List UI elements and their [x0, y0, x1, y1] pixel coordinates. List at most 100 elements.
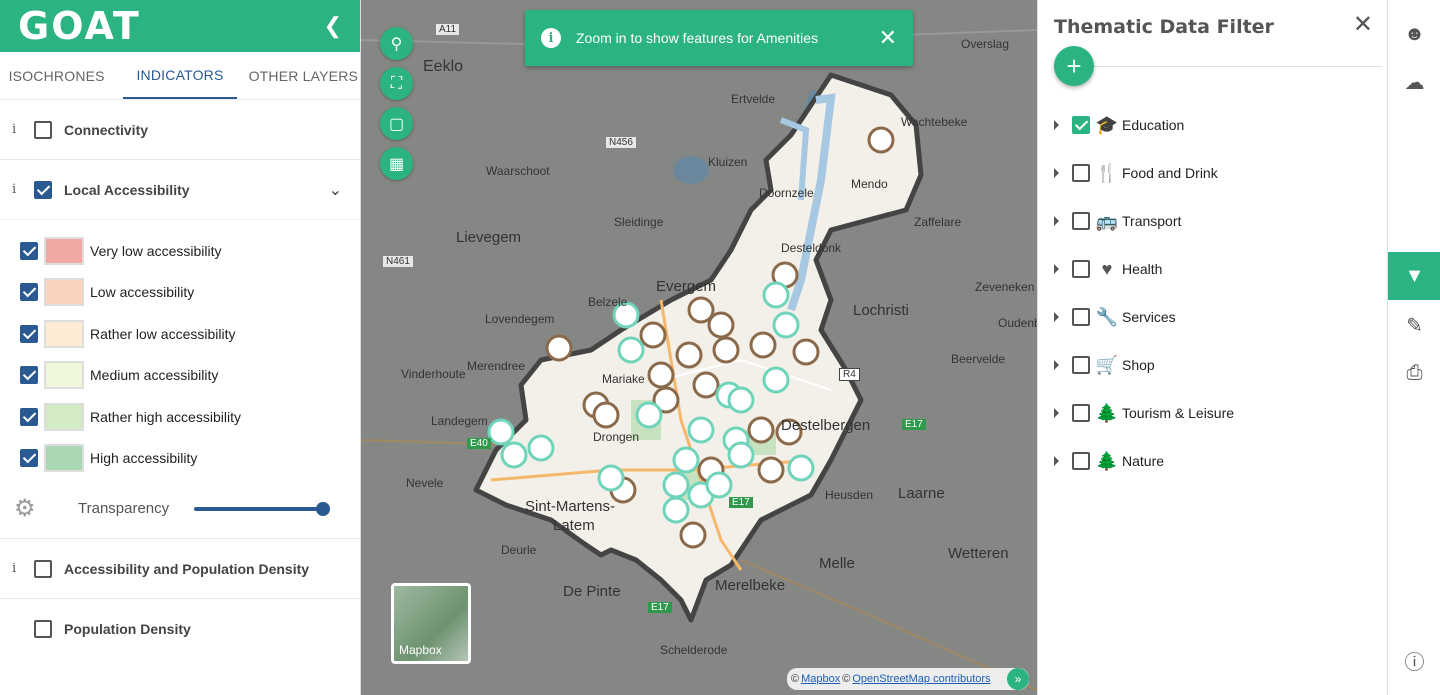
- layer-accessibility-population[interactable]: i Accessibility and Population Density: [0, 539, 360, 599]
- filter-label: Health: [1122, 261, 1163, 277]
- caret-right-icon[interactable]: [1054, 408, 1059, 418]
- legend-item[interactable]: Rather low accessibility: [20, 313, 360, 355]
- map-label: Overslag: [961, 37, 1010, 51]
- basemap-label: Mapbox: [399, 643, 442, 657]
- map-view[interactable]: Eeklo Ertvelde Wachtebeke Overslag Waars…: [361, 0, 1037, 695]
- checkbox-connectivity[interactable]: [34, 120, 52, 139]
- legend-item[interactable]: High accessibility: [20, 438, 360, 480]
- map-label: Merendree: [467, 359, 526, 373]
- filter-item[interactable]: 🚌 Transport: [1054, 197, 1234, 245]
- gear-icon[interactable]: ⚙: [14, 494, 40, 523]
- filter-checkbox[interactable]: [1072, 164, 1090, 182]
- filter-checkbox[interactable]: [1072, 212, 1090, 230]
- layer-label: Population Density: [64, 621, 191, 637]
- caret-right-icon[interactable]: [1054, 216, 1059, 226]
- caret-right-icon[interactable]: [1054, 168, 1059, 178]
- filter-checkbox[interactable]: [1072, 452, 1090, 470]
- copyright-symbol: ©: [791, 673, 800, 685]
- filter-item[interactable]: ♥ Health: [1054, 245, 1234, 293]
- filter-checkbox[interactable]: [1072, 308, 1090, 326]
- legend-label: High accessibility: [90, 450, 198, 467]
- map-label: Ertvelde: [731, 92, 776, 106]
- filter-icon[interactable]: ▼: [1388, 252, 1440, 300]
- filter-label: Tourism & Leisure: [1122, 405, 1235, 421]
- logo-bar: GOAT ❮: [0, 0, 360, 52]
- fullscreen-icon[interactable]: ⛶: [380, 67, 413, 100]
- legend-item[interactable]: Medium accessibility: [20, 355, 360, 397]
- legend-item[interactable]: Low accessibility: [20, 272, 360, 314]
- map-label: Wachtebeke: [901, 115, 968, 129]
- tab-other-layers[interactable]: OTHER LAYERS: [247, 52, 360, 99]
- filter-item[interactable]: 🔧 Services: [1054, 293, 1234, 341]
- filter-item[interactable]: 🌲 Nature: [1054, 437, 1234, 485]
- tab-indicators[interactable]: INDICATORS: [123, 52, 237, 99]
- filter-item[interactable]: 🍴 Food and Drink: [1054, 149, 1234, 197]
- checkbox-local-accessibility[interactable]: [34, 180, 52, 199]
- tab-isochrones[interactable]: ISOCHRONES: [0, 52, 113, 99]
- legend-item[interactable]: Very low accessibility: [20, 230, 360, 272]
- filter-list: 🎓 Education 🍴 Food and Drink 🚌 Transport ♥ Heal…: [1054, 101, 1234, 485]
- info-icon[interactable]: i: [12, 182, 30, 197]
- attribution-toggle[interactable]: »: [1007, 668, 1029, 690]
- filter-item[interactable]: 🎓 Education: [1054, 101, 1234, 149]
- legend-checkbox[interactable]: [20, 449, 38, 468]
- legend-checkbox[interactable]: [20, 407, 38, 426]
- map-style-icon[interactable]: ▦: [380, 147, 413, 180]
- layer-population-density[interactable]: Population Density: [0, 599, 360, 659]
- map-label: Nevele: [406, 476, 444, 490]
- basemap-switcher[interactable]: Mapbox: [391, 583, 471, 664]
- legend-checkbox[interactable]: [20, 283, 38, 302]
- user-icon[interactable]: ☻: [1388, 10, 1440, 58]
- slider-thumb[interactable]: [316, 501, 330, 516]
- map-label: Zeveneken: [975, 280, 1035, 294]
- legend-checkbox[interactable]: [20, 366, 38, 385]
- road-shield: E17: [648, 602, 672, 613]
- legend-item[interactable]: Rather high accessibility: [20, 396, 360, 438]
- mapbox-link[interactable]: Mapbox: [801, 673, 840, 685]
- map-label: Oudenb: [998, 316, 1037, 330]
- app-logo: GOAT: [18, 4, 141, 48]
- edit-icon[interactable]: ✎: [1388, 301, 1440, 349]
- legend-checkbox[interactable]: [20, 241, 38, 260]
- caret-right-icon[interactable]: [1054, 120, 1059, 130]
- checkbox-accessibility-population[interactable]: [34, 559, 52, 578]
- caret-right-icon[interactable]: [1054, 264, 1059, 274]
- cloud-icon[interactable]: ☁: [1388, 58, 1440, 106]
- add-filter-button[interactable]: +: [1054, 46, 1094, 86]
- info-icon[interactable]: i: [12, 122, 30, 137]
- divider: [1054, 66, 1382, 67]
- filter-item[interactable]: 🌲 Tourism & Leisure: [1054, 389, 1234, 437]
- filter-checkbox[interactable]: [1072, 404, 1090, 422]
- measure-icon[interactable]: ▢: [380, 107, 413, 140]
- chevron-down-icon[interactable]: ⌄: [329, 180, 342, 200]
- legend-checkbox[interactable]: [20, 324, 38, 343]
- info-icon[interactable]: i: [12, 561, 30, 576]
- road-shield: E17: [902, 419, 926, 430]
- right-toolbar: ☻ ☁ ▼ ✎ ⎙ ⓘ: [1387, 0, 1440, 695]
- caret-right-icon[interactable]: [1054, 312, 1059, 322]
- map-label: Drongen: [593, 430, 640, 444]
- thematic-filter-panel: Thematic Data Filter ✕ + 🎓 Education 🍴 Food…: [1037, 0, 1387, 695]
- print-icon[interactable]: ⎙: [1388, 349, 1440, 397]
- filter-checkbox[interactable]: [1072, 116, 1090, 134]
- filter-item[interactable]: 🛒 Shop: [1054, 341, 1234, 389]
- caret-right-icon[interactable]: [1054, 360, 1059, 370]
- filter-label: Nature: [1122, 453, 1165, 469]
- search-icon[interactable]: ⚲: [380, 27, 413, 60]
- filter-checkbox[interactable]: [1072, 260, 1090, 278]
- map-label: Heusden: [825, 488, 874, 502]
- filter-checkbox[interactable]: [1072, 356, 1090, 374]
- map-label: Sleidinge: [614, 215, 664, 229]
- legend-label: Rather low accessibility: [90, 325, 236, 342]
- caret-right-icon[interactable]: [1054, 456, 1059, 466]
- transparency-control: ⚙ Transparency: [0, 479, 360, 539]
- info-icon[interactable]: ⓘ: [1388, 636, 1440, 684]
- chevron-left-icon[interactable]: ❮: [324, 13, 342, 39]
- layer-local-accessibility[interactable]: i Local Accessibility ⌄: [0, 160, 360, 220]
- transparency-slider[interactable]: [194, 501, 330, 516]
- close-icon[interactable]: ✕: [1353, 10, 1373, 39]
- layer-connectivity[interactable]: i Connectivity: [0, 100, 360, 160]
- osm-link[interactable]: OpenStreetMap contributors: [852, 673, 990, 685]
- close-icon[interactable]: ✕: [879, 25, 897, 51]
- checkbox-population-density[interactable]: [34, 620, 52, 638]
